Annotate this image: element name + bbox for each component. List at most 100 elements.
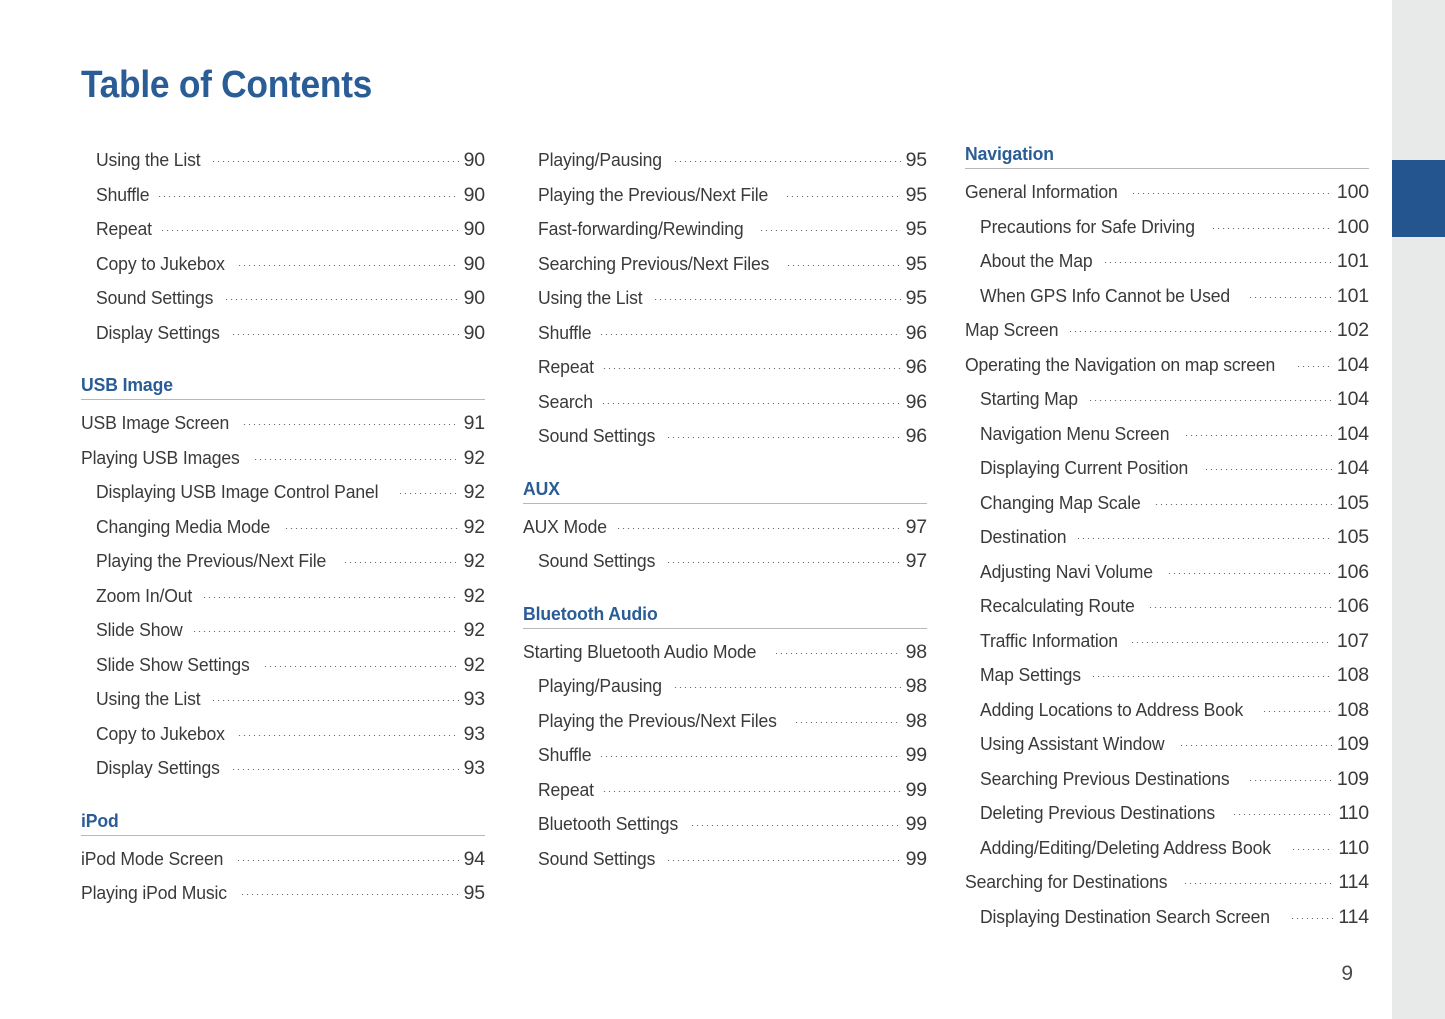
dot-leader xyxy=(600,402,901,404)
toc-entry-page-number: 97 xyxy=(905,550,928,572)
dot-leader xyxy=(157,195,459,197)
toc-entry-label: Displaying Current Position xyxy=(980,457,1189,478)
toc-entry[interactable]: Searching Previous Destinations 109 xyxy=(965,762,1369,797)
section-rule xyxy=(81,834,485,836)
toc-entry[interactable]: Deleting Previous Destinations 110 xyxy=(965,796,1369,831)
toc-entry[interactable]: Using the List 90 xyxy=(81,143,485,178)
toc-entry[interactable]: Shuffle 90 xyxy=(81,178,485,213)
toc-entry[interactable]: Sound Settings 90 xyxy=(81,281,485,316)
toc-entry-label: Navigation Menu Screen xyxy=(980,422,1170,444)
toc-entry-page-number: 108 xyxy=(1336,664,1369,686)
toc-entry[interactable]: Copy to Jukebox 93 xyxy=(81,717,485,752)
dot-leader xyxy=(1291,848,1334,850)
toc-entry-page-number: 102 xyxy=(1336,319,1369,341)
toc-entry-label: Precautions for Safe Driving xyxy=(980,215,1195,237)
toc-entry[interactable]: iPod Mode Screen 94 xyxy=(81,842,485,877)
toc-entry[interactable]: Map Screen 102 xyxy=(965,313,1369,348)
toc-entry-page-number: 93 xyxy=(463,688,486,710)
toc-entry[interactable]: Playing/Pausing 98 xyxy=(523,669,927,704)
dot-leader xyxy=(343,562,459,563)
toc-entry[interactable]: Navigation Menu Screen 104 xyxy=(965,417,1369,452)
toc-entry-page-number: 110 xyxy=(1338,802,1369,824)
dot-leader xyxy=(773,652,901,654)
toc-entry[interactable]: Sound Settings 99 xyxy=(523,842,927,877)
toc-entry[interactable]: Shuffle 96 xyxy=(523,316,927,351)
toc-entry[interactable]: Precautions for Safe Driving 100 xyxy=(965,210,1369,245)
toc-entry[interactable]: Bluetooth Settings 99 xyxy=(523,807,927,842)
toc-entry[interactable]: Displaying Current Position 104 xyxy=(965,451,1369,486)
toc-entry[interactable]: AUX Mode 97 xyxy=(523,510,927,545)
toc-entry-label: Slide Show Settings xyxy=(96,653,250,675)
toc-entry[interactable]: Using Assistant Window 109 xyxy=(965,727,1369,762)
toc-entry-page-number: 90 xyxy=(463,218,486,240)
toc-entry[interactable]: Sound Settings 97 xyxy=(523,544,927,579)
toc-entry-label: Adding/Editing/Deleting Address Book xyxy=(980,836,1271,858)
toc-entry-label: Searching Previous/Next Files xyxy=(538,252,770,274)
toc-entry[interactable]: Playing iPod Music 95 xyxy=(81,876,485,911)
toc-entry-label: About the Map xyxy=(980,250,1093,271)
toc-entry[interactable]: Displaying USB Image Control Panel 92 xyxy=(81,475,485,510)
toc-entry-label: Repeat xyxy=(538,356,594,377)
dot-leader xyxy=(666,859,901,861)
toc-entry[interactable]: Destination 105 xyxy=(965,520,1369,555)
toc-entry[interactable]: Changing Media Mode 92 xyxy=(81,510,485,545)
section-heading: Navigation xyxy=(965,143,1054,164)
toc-entry-label: Repeat xyxy=(96,218,152,239)
toc-entry[interactable]: Search 96 xyxy=(523,385,927,420)
toc-entry-label: Map Settings xyxy=(980,664,1081,685)
toc-entry[interactable]: Slide Show 92 xyxy=(81,613,485,648)
toc-entry[interactable]: Repeat 99 xyxy=(523,773,927,808)
toc-entry-label: Operating the Navigation on map screen xyxy=(965,353,1276,375)
toc-entry[interactable]: Adding Locations to Address Book 108 xyxy=(965,693,1369,728)
toc-entry[interactable]: Playing the Previous/Next File 95 xyxy=(523,178,927,213)
toc-entry-page-number: 104 xyxy=(1336,353,1369,376)
toc-entry[interactable]: USB Image Screen 91 xyxy=(81,406,485,441)
toc-entry[interactable]: Searching Previous/Next Files 95 xyxy=(523,247,927,282)
dot-leader xyxy=(601,368,901,369)
toc-entry[interactable]: Display Settings 90 xyxy=(81,316,485,351)
toc-entry[interactable]: Repeat 90 xyxy=(81,212,485,247)
toc-entry[interactable]: Adjusting Navi Volume 106 xyxy=(965,555,1369,590)
toc-entry-label: Starting Bluetooth Audio Mode xyxy=(523,640,757,662)
toc-entry[interactable]: Traffic Information 107 xyxy=(965,624,1369,659)
toc-entry[interactable]: Display Settings 93 xyxy=(81,751,485,786)
toc-entry-page-number: 95 xyxy=(905,149,928,171)
toc-section: Playing/Pausing 95 Playing the Previous/Ne… xyxy=(523,143,927,454)
toc-entry[interactable]: Zoom In/Out 92 xyxy=(81,579,485,614)
toc-entry-label: Playing/Pausing xyxy=(538,675,662,696)
toc-entry[interactable]: Using the List 93 xyxy=(81,682,485,717)
toc-entry[interactable]: Shuffle 99 xyxy=(523,738,927,773)
toc-entry[interactable]: Starting Map 104 xyxy=(965,382,1369,417)
toc-entry[interactable]: Playing the Previous/Next Files 98 xyxy=(523,704,927,739)
toc-entry[interactable]: General Information 100 xyxy=(965,175,1369,210)
toc-entry-label: USB Image Screen xyxy=(81,412,230,433)
toc-entry[interactable]: Operating the Navigation on map screen 10… xyxy=(965,348,1369,383)
toc-entry-page-number: 92 xyxy=(463,550,486,572)
toc-entry[interactable]: Adding/Editing/Deleting Address Book 110 xyxy=(965,831,1369,866)
toc-entry[interactable]: Fast-forwarding/Rewinding 95 xyxy=(523,212,927,247)
toc-entry[interactable]: Changing Map Scale 105 xyxy=(965,486,1369,521)
toc-entry-page-number: 109 xyxy=(1336,767,1369,790)
toc-entry[interactable]: Copy to Jukebox 90 xyxy=(81,247,485,282)
toc-entry[interactable]: Using the List 95 xyxy=(523,281,927,316)
toc-entry-page-number: 101 xyxy=(1336,284,1369,307)
toc-entry[interactable]: Repeat 96 xyxy=(523,350,927,385)
dot-leader xyxy=(236,264,459,266)
toc-entry[interactable]: About the Map 101 xyxy=(965,244,1369,279)
toc-entry[interactable]: Map Settings 108 xyxy=(965,658,1369,693)
toc-entry[interactable]: Sound Settings 96 xyxy=(523,419,927,454)
toc-entry-page-number: 101 xyxy=(1336,250,1369,272)
toc-entry-label: Playing iPod Music xyxy=(81,882,227,903)
toc-entry[interactable]: Playing/Pausing 95 xyxy=(523,143,927,178)
toc-entry[interactable]: Searching for Destinations 114 xyxy=(965,865,1369,900)
toc-entry[interactable]: Playing the Previous/Next File 92 xyxy=(81,544,485,579)
toc-entry[interactable]: Recalculating Route 106 xyxy=(965,589,1369,624)
toc-entry[interactable]: Playing USB Images 92 xyxy=(81,441,485,476)
toc-entry[interactable]: When GPS Info Cannot be Used 101 xyxy=(965,279,1369,314)
toc-entry[interactable]: Starting Bluetooth Audio Mode 98 xyxy=(523,635,927,670)
toc-entry-page-number: 98 xyxy=(905,675,928,697)
toc-entry[interactable]: Displaying Destination Search Screen 114 xyxy=(965,900,1369,935)
toc-entry-label: Fast-forwarding/Rewinding xyxy=(538,218,744,239)
toc-entry[interactable]: Slide Show Settings 92 xyxy=(81,648,485,683)
dot-leader xyxy=(231,333,459,335)
